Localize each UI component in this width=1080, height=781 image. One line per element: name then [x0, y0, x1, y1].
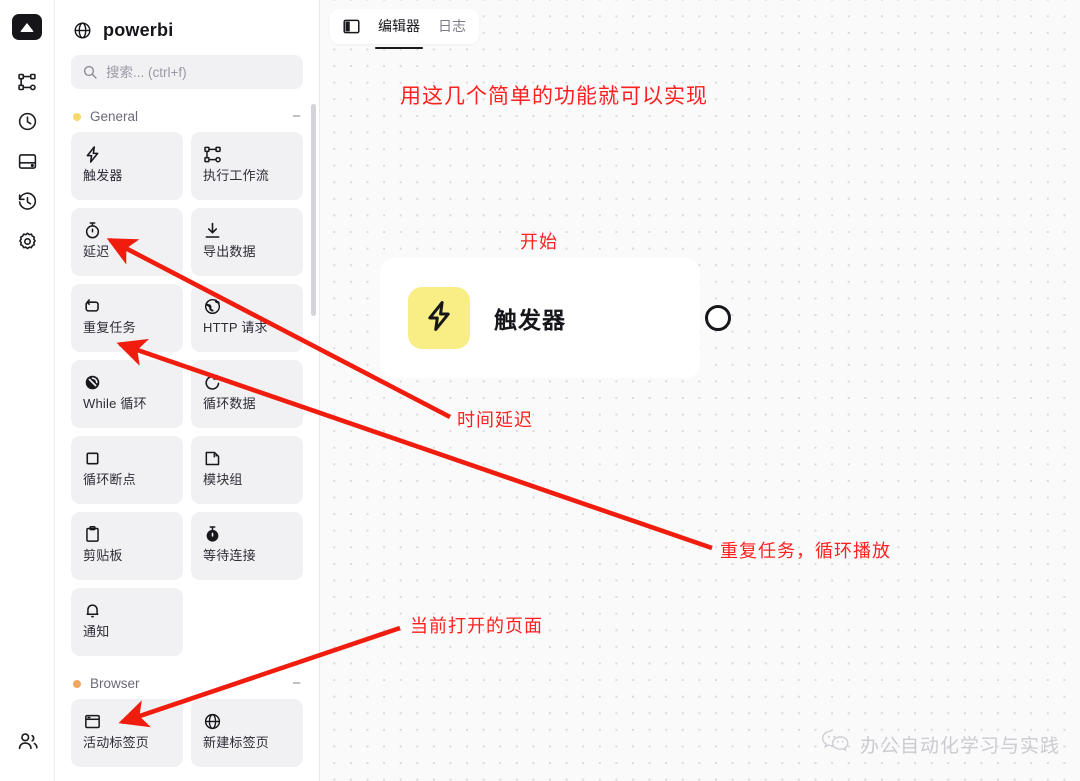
node-output-port[interactable]: [705, 305, 731, 331]
rail-item-history[interactable]: [7, 184, 47, 224]
square-stop-icon: [83, 447, 171, 469]
tab-editor[interactable]: 编辑器: [375, 9, 423, 49]
group-dot-general: [73, 112, 81, 121]
block-trigger[interactable]: 触发器: [71, 132, 183, 200]
blocks-sidebar: powerbi General − 触发器: [55, 0, 320, 781]
blocks-grid-general: 触发器 执行工作流 延迟 导出数据 重复任务 HTTP 请求 While 循环 …: [55, 132, 319, 656]
block-clipboard[interactable]: 剪贴板: [71, 512, 183, 580]
browser-window-icon: [83, 710, 171, 732]
annotation-delay: 时间延迟: [457, 410, 533, 430]
block-active-tab[interactable]: 活动标签页: [71, 699, 183, 767]
sidebar-group-header-browser[interactable]: Browser −: [55, 670, 319, 699]
refresh-cycle-icon: [203, 371, 291, 393]
icon-rail: [0, 0, 55, 781]
block-label: 模块组: [203, 472, 243, 487]
block-label: 等待连接: [203, 548, 256, 563]
block-label: 重复任务: [83, 320, 136, 335]
block-repeat-task[interactable]: 重复任务: [71, 284, 183, 352]
search-box[interactable]: [71, 55, 303, 89]
globe-network-icon: [203, 295, 291, 317]
block-label: 执行工作流: [203, 168, 270, 183]
panel-toggle-icon[interactable]: [342, 17, 361, 36]
block-export-data[interactable]: 导出数据: [191, 208, 303, 276]
app-root: powerbi General − 触发器: [0, 0, 1080, 781]
block-loop-breakpoint[interactable]: 循环断点: [71, 436, 183, 504]
node-icon-badge: [408, 287, 470, 349]
annotation-title: 用这几个简单的功能就可以实现: [400, 85, 708, 108]
block-label: 循环断点: [83, 472, 136, 487]
clipboard-icon: [83, 523, 171, 545]
block-notification[interactable]: 通知: [71, 588, 183, 656]
block-http-request[interactable]: HTTP 请求: [191, 284, 303, 352]
block-label: 新建标签页: [203, 735, 270, 750]
collapse-toggle-general[interactable]: −: [290, 109, 303, 124]
block-label: 通知: [83, 624, 110, 639]
rail-bottom-group: [0, 723, 55, 763]
folder-module-icon: [203, 447, 291, 469]
group-label-general: General: [90, 109, 139, 124]
workflow-canvas[interactable]: 编辑器 日志 用这几个简单的功能就可以实现 开始 时间延迟 重复任务，循环播放 …: [320, 0, 1080, 781]
block-label: 循环数据: [203, 396, 256, 411]
sidebar-scrollbar[interactable]: [311, 104, 316, 316]
block-wait-connection[interactable]: 等待连接: [191, 512, 303, 580]
collapse-toggle-browser[interactable]: −: [290, 676, 303, 691]
sidebar-header: powerbi: [55, 0, 319, 55]
block-loop-data[interactable]: 循环数据: [191, 360, 303, 428]
gear-icon: [17, 231, 38, 257]
history-clock-arrow-icon: [17, 191, 38, 217]
rail-item-settings[interactable]: [7, 224, 47, 264]
sidebar-group-header-general[interactable]: General −: [55, 103, 319, 132]
canvas-toolbar: 编辑器 日志: [330, 9, 479, 49]
workflow-nodes-icon: [203, 143, 291, 165]
block-label: 导出数据: [203, 244, 256, 259]
app-logo[interactable]: [12, 14, 42, 40]
while-loop-icon: [83, 371, 171, 393]
rail-item-schedule[interactable]: [7, 104, 47, 144]
node-label: 触发器: [494, 307, 566, 333]
page-title: powerbi: [103, 20, 174, 40]
block-label: While 循环: [83, 396, 147, 411]
annotation-repeat: 重复任务，循环播放: [720, 541, 891, 561]
block-module-group[interactable]: 模块组: [191, 436, 303, 504]
block-label: 剪贴板: [83, 548, 123, 563]
globe-icon: [73, 21, 92, 40]
workflow-nodes-icon: [17, 72, 37, 97]
annotation-start: 开始: [520, 232, 558, 252]
lightning-bolt-icon: [422, 299, 456, 338]
watermark-text: 办公自动化学习与实践: [859, 735, 1060, 757]
watermark: 办公自动化学习与实践: [821, 729, 1060, 759]
lightning-bolt-icon: [83, 143, 171, 165]
rail-item-storage[interactable]: [7, 144, 47, 184]
stopwatch-icon: [83, 219, 171, 241]
wechat-icon: [821, 729, 851, 759]
search-icon: [82, 64, 98, 80]
clock-icon: [17, 111, 38, 137]
blocks-grid-browser: 活动标签页 新建标签页: [55, 699, 319, 767]
rail-item-workflow[interactable]: [7, 64, 47, 104]
block-while-loop[interactable]: While 循环: [71, 360, 183, 428]
block-delay[interactable]: 延迟: [71, 208, 183, 276]
block-label: 延迟: [83, 244, 110, 259]
annotation-current-page: 当前打开的页面: [410, 616, 543, 636]
group-label-browser: Browser: [90, 676, 140, 691]
bell-icon: [83, 599, 171, 621]
app-logo-triangle-icon: [20, 22, 34, 32]
repeat-loop-icon: [83, 295, 171, 317]
stopwatch-wait-icon: [203, 523, 291, 545]
group-dot-browser: [73, 679, 81, 688]
block-execute-workflow[interactable]: 执行工作流: [191, 132, 303, 200]
users-icon: [17, 730, 39, 757]
tab-logs[interactable]: 日志: [437, 9, 467, 44]
block-new-tab[interactable]: 新建标签页: [191, 699, 303, 767]
globe-icon: [203, 710, 291, 732]
workflow-node-trigger[interactable]: 触发器: [380, 258, 700, 378]
block-label: 触发器: [83, 168, 123, 183]
block-label: HTTP 请求: [203, 320, 268, 335]
block-label: 活动标签页: [83, 735, 150, 750]
search-input[interactable]: [106, 64, 292, 80]
database-icon: [17, 151, 38, 177]
rail-item-account[interactable]: [8, 723, 48, 763]
download-icon: [203, 219, 291, 241]
